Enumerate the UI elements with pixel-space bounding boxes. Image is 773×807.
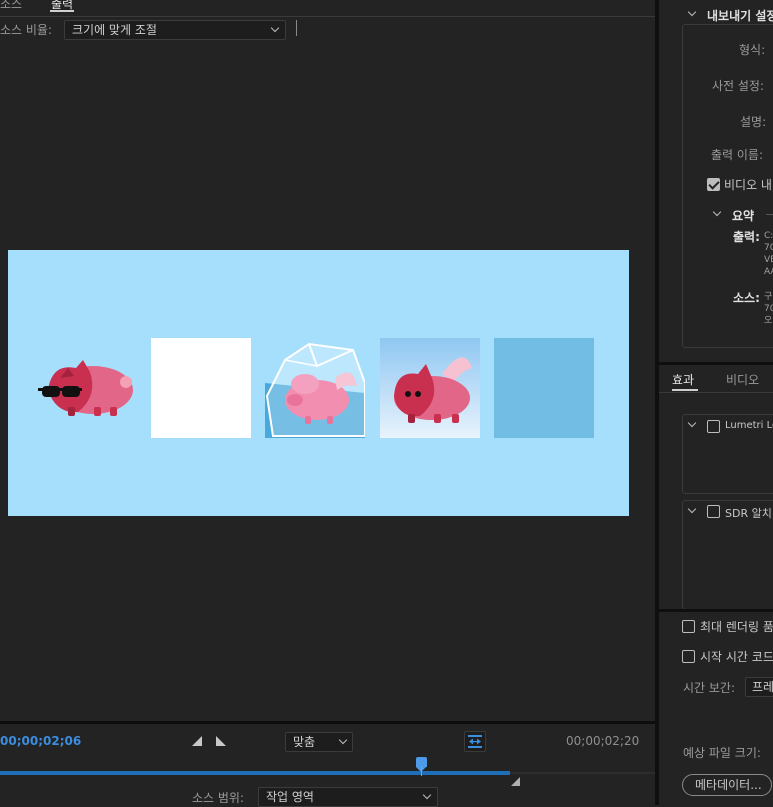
summary-output-details: C: 70 VB AA — [764, 230, 773, 278]
mark-in-icon[interactable] — [192, 736, 202, 746]
end-timecode: 00;00;02;20 — [566, 734, 640, 748]
chevron-down-icon — [338, 735, 348, 745]
source-range-label: 소스 범위: — [192, 791, 245, 805]
zoom-dropdown[interactable]: 맞춤 — [285, 732, 353, 752]
source-range-dropdown[interactable]: 작업 영역 — [258, 787, 438, 807]
metadata-button[interactable]: 메타데이터... — [682, 774, 772, 796]
source-scale-value: 크기에 맞게 조절 — [72, 23, 157, 37]
summary-output-label: 출력: — [733, 230, 760, 244]
metadata-button-label: 메타데이터... — [695, 778, 762, 792]
source-range-value: 작업 영역 — [266, 790, 314, 804]
divider — [659, 609, 773, 612]
tab-effects[interactable]: 효과 — [672, 371, 694, 388]
summary-output-line: C: — [764, 231, 773, 241]
summary-output-line: 70 — [764, 243, 773, 253]
start-timecode-checkbox[interactable] — [682, 650, 695, 663]
max-render-checkbox[interactable] — [682, 620, 695, 633]
divider — [659, 392, 773, 393]
time-interp-label: 시간 보간: — [683, 681, 736, 695]
export-settings-title: 내보내기 설정 — [707, 9, 773, 23]
source-scale-dropdown[interactable]: 크기에 맞게 조절 — [64, 20, 286, 40]
winged-pig-image — [380, 338, 480, 438]
export-video-checkbox[interactable] — [707, 178, 720, 191]
timeline-work-area-bar[interactable] — [0, 771, 510, 775]
start-timecode-label: 시작 시간 코드 — [700, 650, 773, 664]
divider — [659, 362, 773, 365]
max-render-label: 최대 렌더링 품 — [700, 620, 773, 634]
description-label: 설명: — [740, 115, 767, 129]
tab-source[interactable]: 소스 — [0, 0, 22, 12]
summary-title: 요약 — [732, 209, 755, 223]
pig-sunglasses-image — [38, 360, 133, 416]
set-range-button[interactable] — [464, 731, 486, 752]
time-interp-value: 프레 — [752, 680, 773, 694]
blue-square-image — [494, 338, 594, 438]
summary-source-line: 70 — [764, 304, 773, 314]
chevron-down-icon — [270, 23, 280, 33]
mark-out-icon[interactable] — [216, 736, 226, 746]
timeline-track-empty — [510, 772, 655, 774]
playhead-line — [421, 766, 422, 776]
current-timecode[interactable]: 00;00;02;06 — [0, 734, 81, 748]
summary-output-line: AA — [764, 267, 773, 277]
range-arrows-icon — [468, 735, 482, 748]
export-video-label: 비디오 내 — [724, 178, 772, 192]
preset-label: 사전 설정: — [712, 79, 765, 93]
divider — [0, 721, 655, 724]
active-tab-indicator — [50, 10, 74, 12]
pig-ice-cube-image — [265, 342, 365, 438]
summary-output-line: VB — [764, 255, 773, 265]
chevron-down-icon — [422, 790, 432, 800]
format-label: 형식: — [739, 43, 766, 57]
video-preview — [8, 250, 629, 516]
tab-video[interactable]: 비디오 — [726, 371, 759, 388]
text-cursor — [296, 20, 297, 36]
blank-white-image — [151, 338, 251, 438]
output-name-label: 출력 이름: — [711, 148, 764, 162]
chevron-down-icon[interactable] — [687, 7, 697, 17]
summary-source-line: 오 — [764, 316, 773, 326]
lumetri-label: Lumetri Lo — [725, 420, 773, 431]
summary-source-label: 소스: — [733, 291, 760, 305]
divider — [766, 214, 773, 215]
summary-source-line: 구 — [764, 292, 773, 302]
sdr-conform-checkbox[interactable] — [707, 505, 720, 518]
active-tab-indicator — [672, 389, 698, 391]
work-area-end-handle[interactable] — [511, 777, 520, 786]
output-monitor-panel: 소스 출력 소스 비율: 크기에 맞게 조절 00;00;02;06 맞춤 00… — [0, 0, 655, 807]
zoom-value: 맞춤 — [293, 735, 316, 749]
summary-source-details: 구 70 오 — [764, 291, 773, 327]
lumetri-checkbox[interactable] — [707, 420, 720, 433]
export-settings-panel: 내보내기 설정 형식: 사전 설정: 설명: 출력 이름: 비디오 내 요약 출… — [659, 0, 773, 805]
sdr-conform-label: SDR 알치 — [725, 507, 772, 520]
time-interp-dropdown[interactable]: 프레 — [745, 677, 773, 697]
divider — [0, 16, 655, 17]
file-size-label: 예상 파일 크기: — [683, 746, 761, 760]
source-scale-label: 소스 비율: — [0, 23, 53, 37]
